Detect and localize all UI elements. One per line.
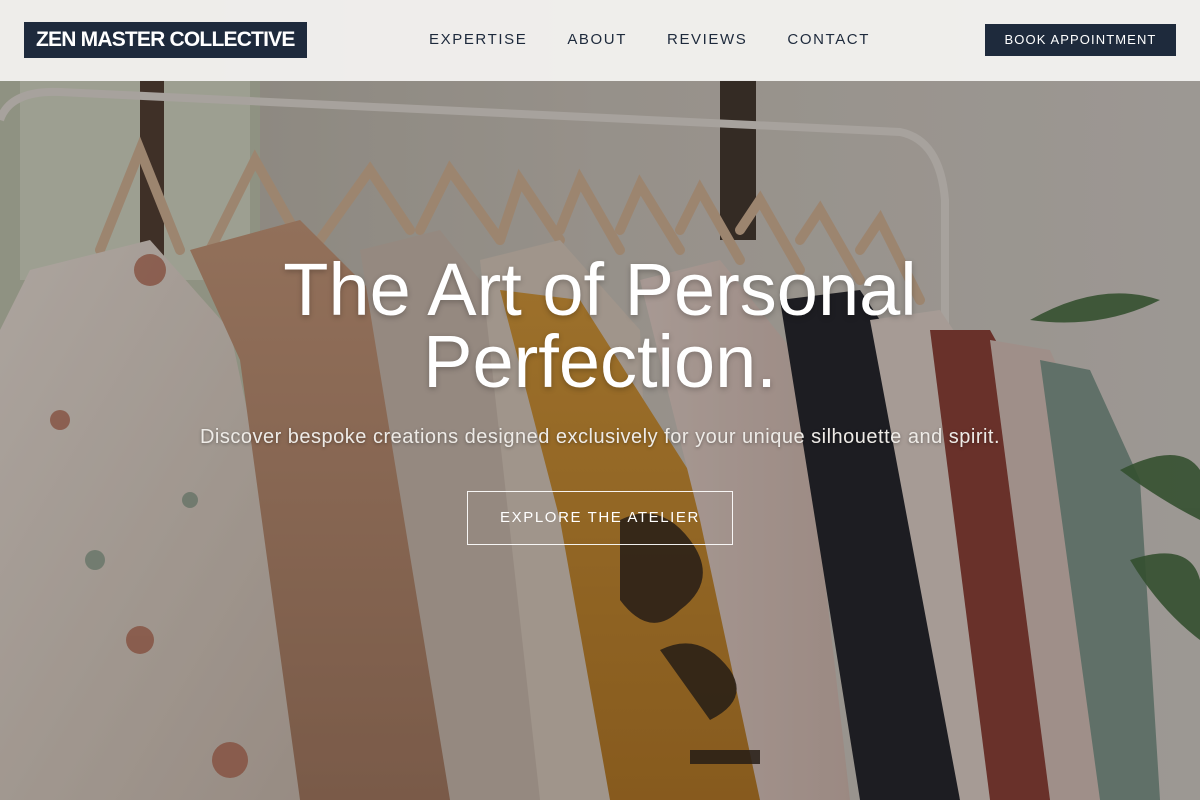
- landing-page: ZEN MASTER COLLECTIVE EXPERTISE ABOUT RE…: [0, 0, 1200, 800]
- brand-logo[interactable]: ZEN MASTER COLLECTIVE: [24, 22, 307, 58]
- explore-atelier-button[interactable]: EXPLORE THE ATELIER: [467, 491, 733, 545]
- hero-title-line-1: The Art of Personal: [283, 248, 917, 331]
- nav-link-contact[interactable]: CONTACT: [767, 28, 890, 52]
- hero-title: The Art of Personal Perfection.: [200, 253, 1000, 399]
- hero-subtitle: Discover bespoke creations designed excl…: [199, 426, 1001, 448]
- nav-link-expertise[interactable]: EXPERTISE: [409, 28, 547, 52]
- main-nav: EXPERTISE ABOUT REVIEWS CONTACT: [409, 28, 890, 52]
- nav-link-about[interactable]: ABOUT: [547, 28, 647, 52]
- nav-link-reviews[interactable]: REVIEWS: [647, 28, 767, 52]
- hero-title-line-2: Perfection.: [423, 320, 777, 403]
- hero-section: The Art of Personal Perfection. Discover…: [0, 0, 1200, 800]
- book-appointment-button[interactable]: BOOK APPOINTMENT: [985, 24, 1176, 56]
- site-header: ZEN MASTER COLLECTIVE EXPERTISE ABOUT RE…: [0, 0, 1200, 81]
